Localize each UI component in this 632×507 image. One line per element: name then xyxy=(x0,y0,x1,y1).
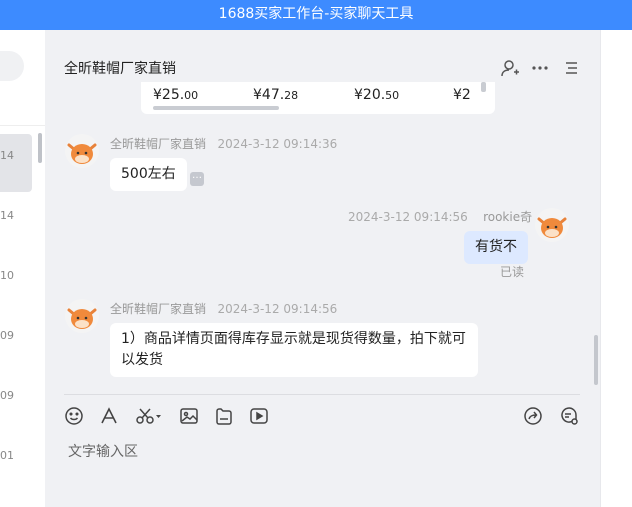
message-time: 2024-3-12 09:14:56 xyxy=(217,302,338,316)
product-price: ¥25.00 xyxy=(153,87,199,103)
conversation-list: 14 14 10 09 09 01 xyxy=(0,30,45,507)
window-title: 1688买家工作台-买家聊天工具 xyxy=(0,0,632,30)
product-price: ¥20.50 xyxy=(354,87,400,103)
conversation-time: 01 xyxy=(0,449,14,462)
add-contact-icon[interactable] xyxy=(500,58,520,78)
card-scrollbar[interactable] xyxy=(153,106,279,110)
product-price: ¥2 xyxy=(453,87,471,103)
message-meta: 2024-3-12 09:14:56 rookie奇 xyxy=(348,208,532,225)
emoji-icon[interactable] xyxy=(64,406,84,426)
video-icon[interactable] xyxy=(249,406,269,426)
list-scrollbar[interactable] xyxy=(38,133,42,163)
chat-title: 全昕鞋帽厂家直销 xyxy=(64,61,176,77)
product-card[interactable]: ¥25.00 ¥47.28 ¥20.50 ¥2 xyxy=(141,82,495,114)
input-divider xyxy=(64,394,580,395)
search-input[interactable] xyxy=(0,51,24,81)
quick-reply-icon[interactable] xyxy=(559,406,579,426)
message-bubble: 500左右 xyxy=(110,158,187,191)
message-more-icon[interactable]: … xyxy=(190,171,204,186)
avatar xyxy=(65,299,99,333)
message-input[interactable]: 文字输入区 xyxy=(68,441,138,461)
message-meta: 全昕鞋帽厂家直销 2024-3-12 09:14:56 xyxy=(110,300,337,317)
conversation-time: 14 xyxy=(0,209,14,222)
avatar xyxy=(65,134,99,168)
read-status: 已读 xyxy=(500,265,525,279)
file-icon[interactable] xyxy=(214,406,234,426)
scissors-icon[interactable] xyxy=(135,406,163,426)
message-time: 2024-3-12 09:14:36 xyxy=(217,137,338,151)
sender-name: rookie奇 xyxy=(483,210,533,224)
product-price: ¥47.28 xyxy=(253,87,299,103)
sender-name: 全昕鞋帽厂家直销 xyxy=(110,302,207,316)
chat-panel: 全昕鞋帽厂家直销 ¥25.00 ¥47.28 ¥20.50 ¥2 全昕鞋帽厂家直… xyxy=(45,30,600,507)
message-bubble: 有货不 xyxy=(464,231,528,264)
conversation-time: 09 xyxy=(0,389,14,402)
conversation-time: 09 xyxy=(0,329,14,342)
conversation-time: 10 xyxy=(0,269,14,282)
message-bubble: 1）商品详情页面得库存显示就是现货得数量，拍下就可以发货 xyxy=(110,323,478,377)
share-icon[interactable] xyxy=(523,406,543,426)
image-icon[interactable] xyxy=(179,406,199,426)
font-icon[interactable] xyxy=(99,406,119,426)
more-icon[interactable] xyxy=(530,58,550,78)
message-meta: 全昕鞋帽厂家直销 2024-3-12 09:14:36 xyxy=(110,135,337,152)
card-vertical-scrollbar[interactable] xyxy=(481,82,486,92)
avatar xyxy=(535,208,569,242)
chat-scrollbar[interactable] xyxy=(594,335,598,385)
divider xyxy=(0,125,45,126)
conversation-time: 14 xyxy=(0,149,14,162)
sender-name: 全昕鞋帽厂家直销 xyxy=(110,137,207,151)
side-panel xyxy=(600,30,632,507)
menu-icon[interactable] xyxy=(561,58,581,78)
conversation-item-active[interactable] xyxy=(0,134,32,192)
message-time: 2024-3-12 09:14:56 xyxy=(348,210,468,224)
